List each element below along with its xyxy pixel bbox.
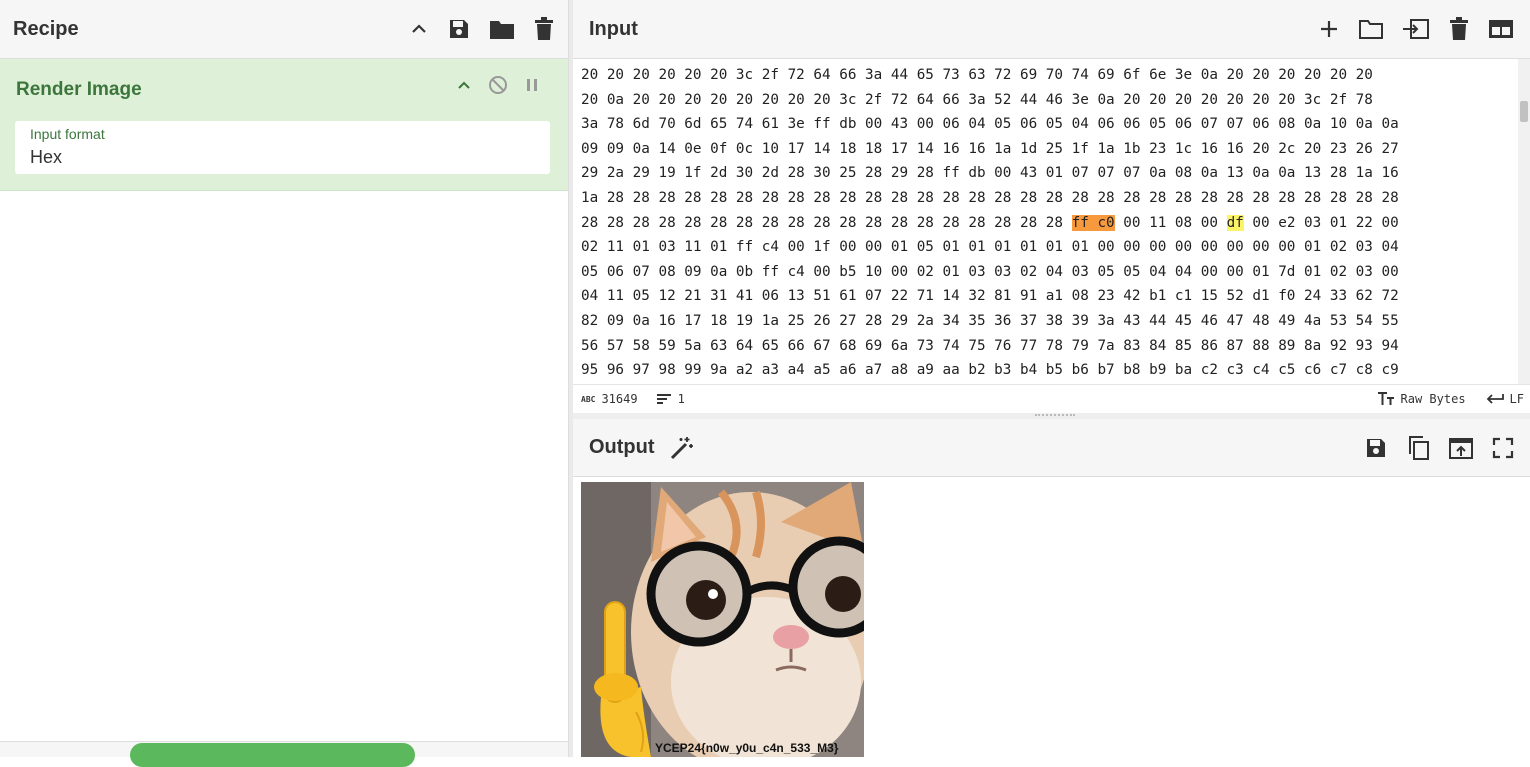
hex-bytes: 20 0a 20 20 20 20 20 20 20 20 3c 2f 72 6… [581,91,1373,108]
recipe-header: Recipe [0,0,568,59]
hex-bytes: 1a 28 28 28 28 28 28 28 28 28 28 28 28 2… [581,189,1399,206]
input-textarea[interactable]: 20 20 20 20 20 20 3c 2f 72 64 66 3a 44 6… [573,59,1518,384]
cat-with-glasses-image [581,482,864,757]
recipe-pane: Recipe Render Image Input format Hex [0,0,569,767]
hex-bytes: 02 11 01 03 11 01 ff c4 00 1f 00 00 01 0… [581,239,1399,256]
hex-line: 3a 78 6d 70 6d 65 74 61 3e ff db 00 43 0… [581,112,1518,137]
operation-render-image[interactable]: Render Image Input format Hex [0,59,568,191]
layout-icon[interactable] [1488,18,1514,40]
open-file-icon[interactable] [1402,18,1430,40]
recipe-footer [0,741,568,767]
hex-bytes: 00 11 08 00 [1114,214,1227,231]
io-pane: Input 20 20 20 20 20 20 3c 2f 72 64 66 3… [573,0,1530,757]
highlighted-byte: df [1226,214,1244,231]
add-tab-icon[interactable] [1318,18,1340,40]
return-icon [1486,394,1504,404]
disable-operation-icon[interactable] [488,75,508,95]
save-recipe-icon[interactable] [447,17,471,41]
hex-line: 56 57 58 59 5a 63 64 65 66 67 68 69 6a 7… [581,334,1518,359]
abc-icon: ABC [581,394,596,404]
collapse-all-icon[interactable] [409,19,429,39]
hex-bytes: 95 96 97 98 99 9a a2 a3 a4 a5 a6 a7 a8 a… [581,362,1399,379]
hex-bytes: 20 20 20 20 20 20 3c 2f 72 64 66 3a 44 6… [581,67,1373,83]
encoding-label: Raw Bytes [1400,392,1466,406]
input-status-bar: ABC 31649 1 Raw Bytes LF [573,384,1530,413]
replace-input-icon[interactable] [1448,436,1474,460]
input-format-value[interactable]: Hex [30,147,62,168]
input-format-label: Input format [30,126,105,142]
rendered-image: YCEP24{n0w_y0u_c4n_533_M3} [581,482,864,757]
scroll-thumb[interactable] [1520,101,1528,122]
hex-bytes: 00 e2 03 01 22 00 [1243,214,1399,231]
hex-line: 20 0a 20 20 20 20 20 20 20 20 3c 2f 72 6… [581,88,1518,113]
image-flag-caption: YCEP24{n0w_y0u_c4n_533_M3} [655,741,839,755]
operation-title: Render Image [16,79,142,100]
hex-bytes: 09 09 0a 14 0e 0f 0c 10 17 14 18 18 17 1… [581,140,1399,157]
hex-bytes: 04 11 05 12 21 31 41 06 13 51 61 07 22 7… [581,288,1399,305]
input-format-field[interactable]: Input format Hex [15,121,550,174]
hex-line: 82 09 0a 16 17 18 19 1a 25 26 27 28 29 2… [581,309,1518,334]
hex-line: 1a 28 28 28 28 28 28 28 28 28 28 28 28 2… [581,186,1518,211]
selected-bytes: ff c0 [1071,214,1115,231]
bake-button[interactable] [130,743,415,767]
hex-line: 28 28 28 28 28 28 28 28 28 28 28 28 28 2… [581,211,1518,236]
hex-line: 09 09 0a 14 0e 0f 0c 10 17 14 18 18 17 1… [581,137,1518,162]
output-title: Output [589,436,655,458]
collapse-operation-icon[interactable] [456,77,472,93]
hex-line: 02 11 01 03 11 01 ff c4 00 1f 00 00 01 0… [581,235,1518,260]
length-indicator: ABC 31649 [581,392,638,406]
save-output-icon[interactable] [1364,436,1388,460]
eol-selector[interactable]: LF [1486,392,1524,406]
lines-indicator: 1 [656,392,685,406]
input-header: Input [573,0,1530,59]
maximise-output-icon[interactable] [1492,437,1514,459]
hex-bytes: 05 06 07 08 09 0a 0b ff c4 00 b5 10 00 0… [581,263,1399,280]
hex-line: 20 20 20 20 20 20 3c 2f 72 64 66 3a 44 6… [581,63,1518,88]
copy-output-icon[interactable] [1406,435,1430,461]
load-recipe-icon[interactable] [489,18,515,40]
input-length: 31649 [601,392,638,406]
hex-line: 29 2a 29 19 1f 2d 30 2d 28 30 25 28 29 2… [581,161,1518,186]
hex-line: 05 06 07 08 09 0a 0b ff c4 00 b5 10 00 0… [581,260,1518,285]
output-header: Output [573,419,1530,477]
hex-line: 04 11 05 12 21 31 41 06 13 51 61 07 22 7… [581,284,1518,309]
lines-icon [656,394,671,404]
font-size-icon [1377,392,1394,405]
hex-line: 95 96 97 98 99 9a a2 a3 a4 a5 a6 a7 a8 a… [581,358,1518,383]
hex-bytes: 28 28 28 28 28 28 28 28 28 28 28 28 28 2… [581,214,1072,231]
input-lines: 1 [677,392,685,406]
open-folder-icon[interactable] [1358,18,1384,40]
hex-bytes: 3a 78 6d 70 6d 65 74 61 3e ff db 00 43 0… [581,116,1399,133]
breakpoint-icon[interactable] [524,77,540,93]
input-title: Input [589,17,638,40]
encoding-selector[interactable]: Raw Bytes [1377,392,1466,406]
recipe-title: Recipe [13,17,79,40]
magic-wand-icon[interactable] [669,435,695,461]
hex-bytes: 82 09 0a 16 17 18 19 1a 25 26 27 28 29 2… [581,312,1399,329]
eol-label: LF [1509,392,1524,406]
input-scrollbar[interactable] [1518,59,1530,384]
hex-bytes: 56 57 58 59 5a 63 64 65 66 67 68 69 6a 7… [581,337,1399,354]
clear-input-icon[interactable] [1448,17,1470,41]
resize-grip[interactable] [1035,414,1075,416]
hex-bytes: 29 2a 29 19 1f 2d 30 2d 28 30 25 28 29 2… [581,165,1399,182]
clear-recipe-icon[interactable] [533,17,555,41]
